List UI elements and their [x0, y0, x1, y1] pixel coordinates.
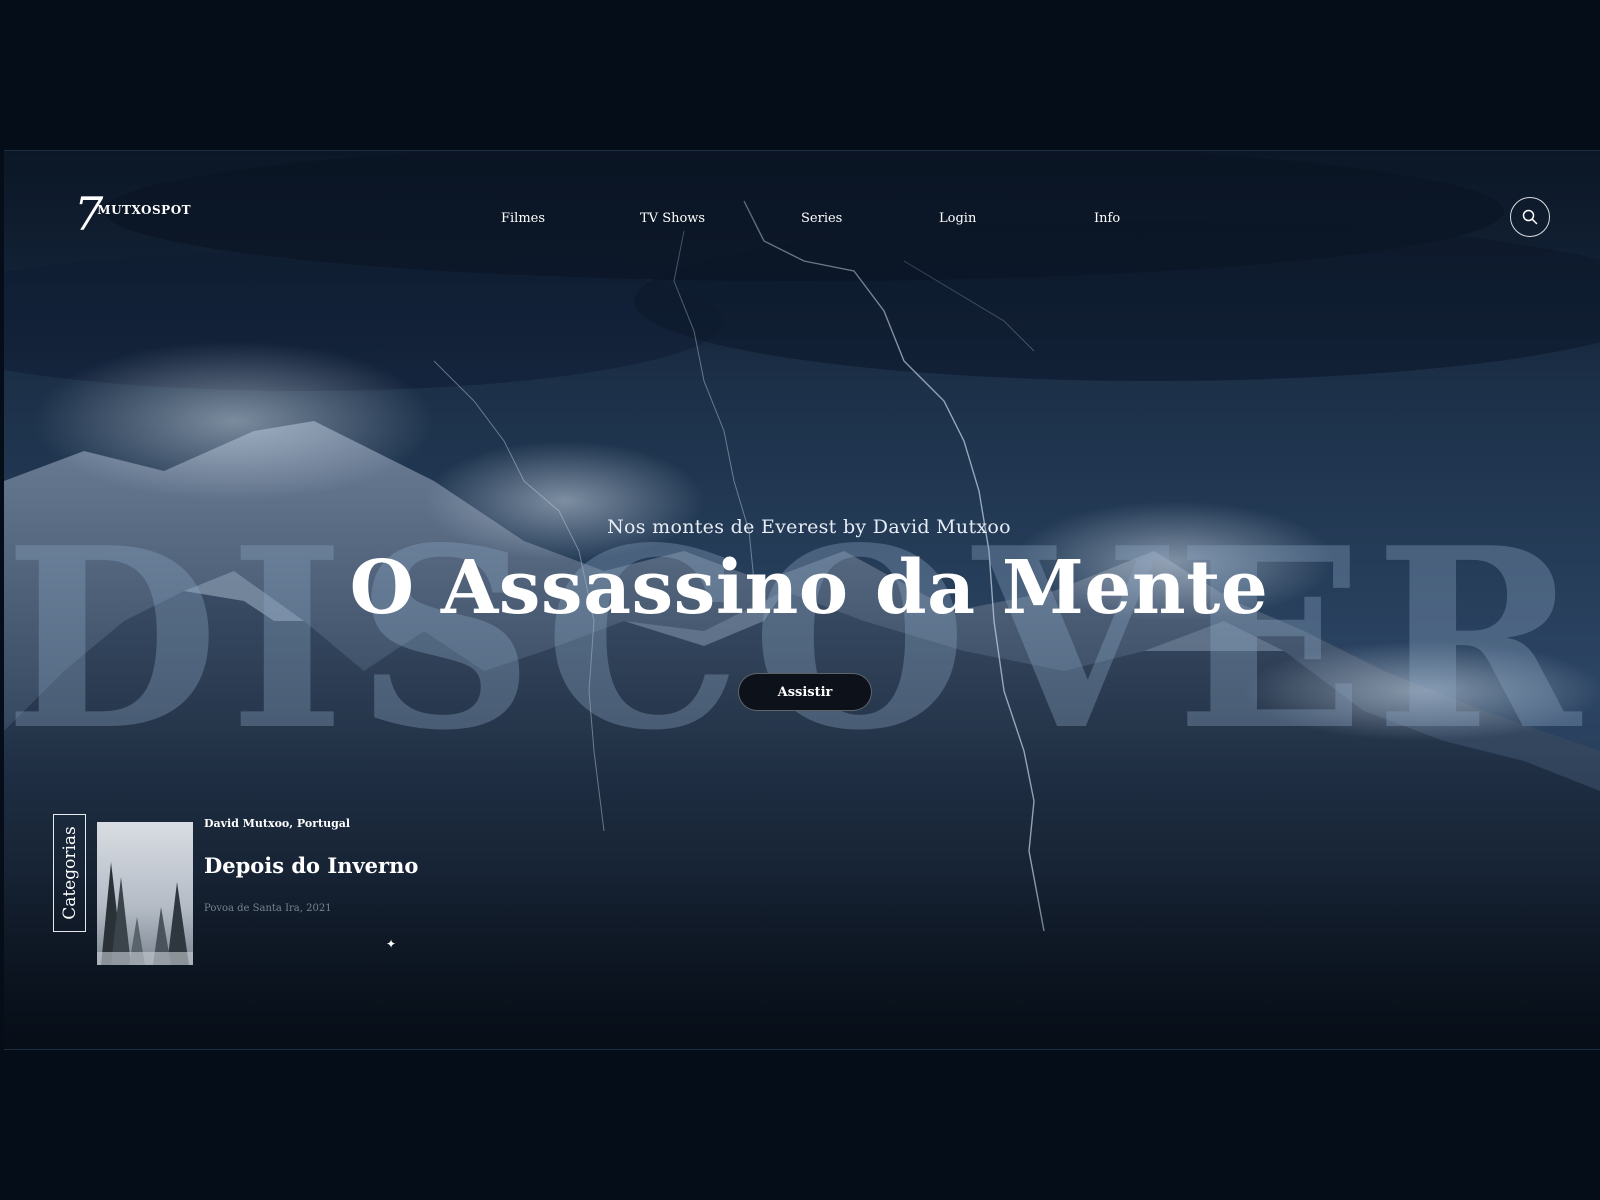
nav-item-info[interactable]: Info	[1094, 211, 1120, 226]
hero-title: O Assassino da Mente	[349, 545, 1269, 631]
search-button[interactable]	[1510, 197, 1550, 237]
categories-tab-label: Categorias	[59, 826, 80, 920]
nav-item-login[interactable]: Login	[939, 211, 976, 226]
search-icon	[1522, 209, 1538, 225]
hero-section: DISCOVER 7 MUTXOSPOT Filmes TV Shows Ser…	[4, 150, 1600, 1050]
nav-item-tv-shows[interactable]: TV Shows	[640, 211, 705, 226]
card-caption: Povoa de Santa Ira, 2021	[204, 903, 332, 914]
watch-button[interactable]: Assistir	[738, 673, 872, 711]
hero-subtitle: Nos montes de Everest by David Mutxoo	[607, 516, 1011, 538]
sparkle-icon: ✦	[386, 937, 397, 951]
forest-thumbnail-image	[97, 822, 193, 965]
main-nav: Filmes TV Shows Series Login Info	[4, 211, 1600, 231]
nav-item-series[interactable]: Series	[801, 211, 842, 226]
nav-item-filmes[interactable]: Filmes	[501, 211, 545, 226]
card-title[interactable]: Depois do Inverno	[204, 853, 418, 878]
card-meta: David Mutxoo, Portugal	[204, 817, 351, 830]
categories-tab[interactable]: Categorias	[53, 814, 86, 932]
card-thumbnail[interactable]	[97, 822, 193, 965]
